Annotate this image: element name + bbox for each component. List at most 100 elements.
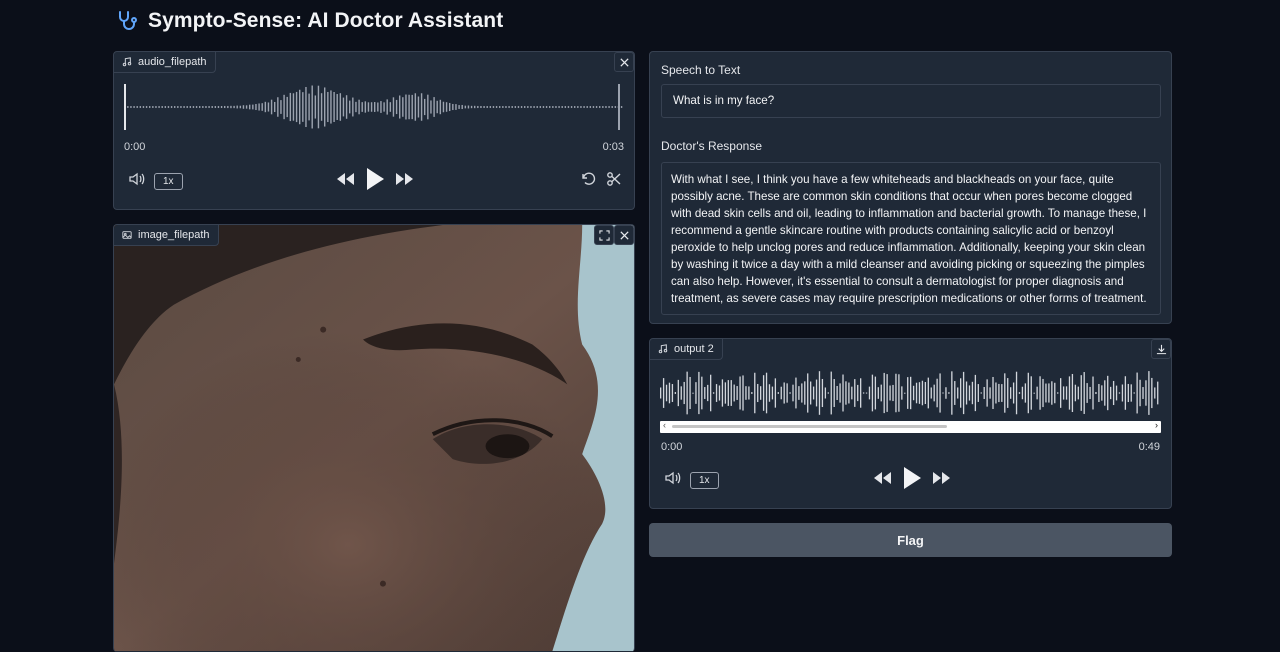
audio-output-current-time: 0:00 (661, 441, 683, 453)
waveform-bar (342, 97, 345, 117)
waveform-bar (1148, 371, 1150, 415)
fullscreen-button[interactable] (594, 225, 614, 245)
rewind-icon[interactable] (335, 172, 355, 191)
waveform-bar (192, 106, 195, 108)
waveform-bar (665, 384, 668, 402)
waveform-bar (480, 105, 482, 109)
waveform-bar (395, 99, 398, 115)
waveform-bar (812, 386, 815, 400)
download-button[interactable] (1151, 339, 1171, 359)
waveform-bar (205, 106, 207, 108)
waveform-bar (277, 97, 279, 117)
play-icon[interactable] (902, 466, 922, 495)
waveform-bar (514, 106, 517, 108)
waveform-bar (698, 371, 700, 415)
audio-input-waveform[interactable] (124, 84, 624, 130)
playback-speed-button[interactable]: 1x (690, 471, 719, 489)
audio-output-label: output 2 (650, 339, 723, 360)
waveform-bar (830, 371, 832, 415)
scissors-icon[interactable] (606, 171, 622, 192)
waveform-bar (292, 93, 295, 121)
waveform-bar (992, 376, 994, 410)
fast-forward-icon[interactable] (932, 471, 952, 490)
waveform-bar (704, 387, 706, 399)
waveform-bar (424, 98, 426, 116)
flag-button[interactable]: Flag (649, 523, 1172, 557)
waveform-bar (1115, 385, 1118, 401)
waveform-bar (1098, 383, 1100, 403)
scroll-right-icon[interactable]: › (1155, 420, 1158, 430)
waveform-bar (577, 106, 579, 108)
waveform-bar (680, 386, 682, 400)
audio-output-waveform[interactable] (660, 371, 1160, 415)
audio-output-panel: output 2 ‹ › 0:00 0:49 1x (649, 338, 1172, 509)
undo-icon[interactable] (580, 171, 596, 192)
waveform-bar (320, 93, 323, 121)
waveform-bar (1024, 383, 1027, 403)
volume-icon[interactable] (128, 171, 146, 192)
speech-to-text-field[interactable]: What is in my face? (661, 84, 1161, 118)
waveform-bar (339, 93, 342, 121)
waveform-bar (892, 384, 894, 402)
scroll-left-icon[interactable]: ‹ (663, 420, 666, 430)
waveform-bar (889, 385, 891, 401)
waveform-bar (127, 106, 129, 108)
audio-output-label-text: output 2 (674, 343, 714, 355)
waveform-bar (968, 385, 971, 401)
waveform-bar (815, 379, 818, 407)
waveform-bar (1095, 391, 1097, 395)
waveform-scrollbar[interactable]: ‹ › (660, 420, 1161, 433)
waveform-bar (530, 106, 532, 108)
rewind-icon[interactable] (872, 471, 892, 490)
waveform-bar (1018, 392, 1021, 394)
clear-audio-button[interactable] (614, 52, 634, 72)
waveform-bar (586, 106, 588, 108)
waveform-bar (983, 386, 985, 400)
fast-forward-icon[interactable] (395, 172, 415, 191)
waveform-bar (851, 386, 853, 400)
waveform-bar (1054, 382, 1056, 404)
waveform-bar (1127, 383, 1129, 403)
waveform-bar (686, 371, 688, 415)
waveform-bar (508, 106, 510, 108)
waveform-bar (792, 384, 794, 402)
waveform-bar (751, 392, 753, 394)
playhead[interactable] (124, 84, 126, 130)
waveform-bar (574, 106, 576, 108)
play-icon[interactable] (365, 167, 385, 196)
clear-image-button[interactable] (614, 225, 634, 245)
waveform-bar (1030, 376, 1032, 410)
waveform-bar (789, 392, 791, 394)
waveform-bar (1012, 382, 1015, 404)
waveform-bar (145, 106, 148, 108)
image-icon (122, 231, 132, 239)
waveform-bar (1007, 378, 1009, 408)
waveform-bar (1057, 392, 1059, 394)
waveform-bar (239, 105, 242, 109)
scrollbar-thumb[interactable] (672, 425, 947, 428)
waveform-bar (827, 392, 829, 394)
waveform-bar (1068, 376, 1071, 410)
waveform-bar (539, 106, 542, 108)
waveform-bar (470, 105, 473, 109)
trim-end-marker[interactable] (618, 84, 620, 130)
waveform-bar (567, 106, 570, 108)
waveform-bar (1112, 380, 1115, 406)
waveform-bar (936, 378, 938, 408)
waveform-bar (136, 106, 138, 108)
waveform-bar (1001, 384, 1003, 402)
waveform-bar (442, 101, 445, 113)
waveform-bar (1015, 371, 1018, 415)
waveform-bar (821, 378, 824, 408)
volume-icon[interactable] (664, 470, 682, 491)
doctor-response-label: Doctor's Response (661, 139, 763, 153)
waveform-bar (1086, 383, 1088, 403)
waveform-bar (130, 106, 132, 108)
waveform-bar (877, 387, 879, 399)
waveform-bar (152, 106, 154, 108)
doctor-response-field[interactable]: With what I see, I think you have a few … (661, 162, 1161, 315)
waveform-bar (745, 386, 747, 400)
waveform-bar (748, 386, 750, 400)
waveform-bar (754, 372, 756, 414)
playback-speed-button[interactable]: 1x (154, 172, 183, 190)
